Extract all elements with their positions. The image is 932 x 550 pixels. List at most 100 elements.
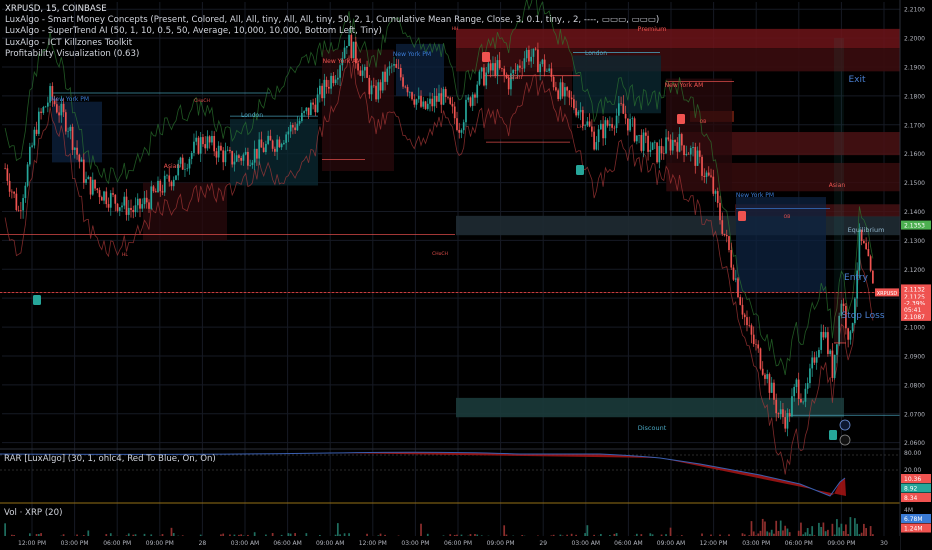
candle-body [242,154,245,161]
candle-body [777,413,780,415]
candle-body [471,94,474,106]
candle-body [849,331,852,340]
candle-body [159,180,162,192]
price-tick: 2.1400 [904,209,925,216]
candle-body [44,106,47,108]
candle-body [615,115,618,129]
candle-body [17,210,20,211]
candle-body [278,139,281,148]
time-tick: 03:00 PM [742,540,770,547]
candle-body [665,137,667,154]
candle-body [716,191,719,203]
time-tick: 29 [539,540,547,547]
discount-zone [456,397,844,418]
candle-body [811,357,814,369]
candle-body [858,229,861,271]
candle-body [87,176,90,180]
candle-body [181,157,184,170]
candle-body [197,137,200,154]
candle-body [723,233,726,235]
candle-body [593,131,595,150]
candle-body [456,118,458,130]
candle-body [157,180,159,193]
candle-body [262,147,265,153]
indicator-killzones[interactable]: LuxAlgo - ICT Killzones Toolkit [5,38,659,49]
candle-body [703,175,706,177]
candle-body [775,399,778,414]
candle-body [806,383,809,389]
candle-body [141,204,144,209]
candle-body [773,382,775,400]
candle-body [595,142,598,150]
candle-body [193,141,195,153]
candle-body [145,197,148,203]
candle-body [123,196,126,206]
symbol-title[interactable]: XRPUSD, 15, COINBASE [5,4,659,15]
candle-body [363,66,366,71]
candle-body [134,205,137,213]
candle-body [827,332,829,354]
candle-body [608,124,611,126]
lightning-icon [839,434,851,446]
candle-body [213,135,216,152]
candle-body [55,104,58,113]
candle-body [872,270,874,284]
candle-body [224,150,227,163]
candle-body [809,368,811,384]
candle-body [714,191,717,194]
structure-tag: HL [122,252,128,258]
candle-body [199,137,202,154]
candle-body [260,139,263,148]
candle-body [559,82,562,99]
candle-body [492,63,494,71]
time-tick: 03:00 PM [61,540,89,547]
indicator-profitability[interactable]: Profitability Visualization (0.63) [5,49,659,60]
price-marker-label: 2.1087 [904,314,925,321]
candle-body [669,139,672,151]
candle-body [94,179,96,189]
session-label: New York AM [665,82,704,89]
candle-body [283,142,285,145]
indicator-supertrend[interactable]: LuxAlgo - SuperTrend AI (50, 1, 10, 0.5,… [5,26,659,37]
candle-body [847,328,850,340]
candle-body [152,186,155,192]
time-tick: 09:00 AM [316,540,344,547]
candle-body [797,379,800,399]
candle-body [393,64,395,66]
signal-badge [33,295,41,305]
price-tick: 2.1600 [904,151,925,158]
candle-body [467,97,470,100]
candle-body [321,85,323,99]
rar-label[interactable]: RAR [LuxAlgo] (30, 1, ohlc4, Red To Blue… [4,454,216,464]
indicator-smc[interactable]: LuxAlgo - Smart Money Concepts (Present,… [5,15,659,26]
candle-body [687,153,690,155]
candle-body [748,325,751,326]
vol-marker-label: 1.24M [904,526,923,533]
candle-body [501,67,503,69]
candle-body [121,205,123,208]
candle-body [519,65,521,68]
time-tick: 09:00 AM [657,540,685,547]
candle-body [78,154,81,162]
price-tick: 2.0800 [904,382,925,389]
candle-body [388,66,391,69]
discount-label: Discount [638,424,667,432]
candle-body [46,102,49,107]
volume-label[interactable]: Vol · XRP (20) [4,508,62,518]
candle-body [80,159,83,162]
candle-body [249,165,252,166]
candle-body [109,193,112,208]
candle-body [372,85,375,87]
candle-body [548,68,551,71]
candle-body [514,70,517,71]
candle-body [564,87,566,97]
candle-body [422,101,425,107]
time-tick: 28 [199,540,207,547]
candle-body [604,120,607,139]
candle-body [462,122,465,131]
trading-chart[interactable]: PremiumDiscountEquilibriumExitEntryStop … [0,0,932,550]
time-tick: 06:00 AM [273,540,301,547]
candle-body [435,95,438,102]
candle-body [829,350,832,354]
candle-body [469,97,472,106]
